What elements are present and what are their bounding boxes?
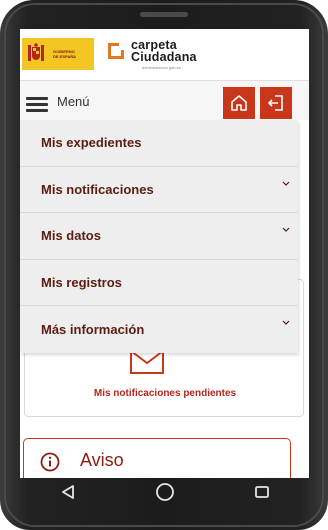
aviso-box[interactable]: Aviso [23, 438, 291, 478]
menu-item-registros[interactable]: Mis registros [20, 260, 298, 307]
menu-item-label: Mis datos [41, 228, 101, 244]
aviso-label: Aviso [80, 450, 124, 470]
logout-button[interactable] [260, 87, 292, 119]
menu-item-datos[interactable]: Mis datos [20, 213, 298, 260]
hamburger-icon[interactable] [26, 97, 48, 112]
menu-item-expedientes[interactable]: Mis expedientes [20, 120, 298, 167]
gobierno-line2: DE ESPAÑA [53, 54, 77, 59]
logout-icon [268, 95, 283, 111]
menu-item-label: Mis registros [41, 275, 122, 291]
menu-item-mas-informacion[interactable]: Más información [20, 306, 298, 353]
menu-item-label: Mis expedientes [41, 135, 142, 151]
site-header: GOBIERNO DE ESPAÑA carpeta Ciudadana adm… [20, 29, 309, 80]
chevron-down-icon[interactable] [282, 173, 290, 191]
envelope-icon [129, 350, 165, 379]
recents-square-icon[interactable] [254, 484, 270, 505]
carpeta-logo-icon [106, 41, 126, 66]
carpeta-ciudadana-logo[interactable]: carpeta Ciudadana administración.gob.es [106, 38, 216, 74]
home-circle-icon[interactable] [155, 482, 175, 507]
chevron-down-icon[interactable] [282, 312, 290, 330]
nav-bar: Menú [20, 80, 309, 120]
pending-notifications-link[interactable]: Mis notificaciones pendientes [25, 388, 305, 399]
info-icon [40, 452, 60, 477]
back-triangle-icon[interactable] [60, 484, 76, 505]
phone-frame: GOBIERNO DE ESPAÑA carpeta Ciudadana adm… [0, 0, 328, 530]
main-menu: Mis expedientes Mis notificaciones Mis d… [20, 120, 298, 353]
chevron-down-icon[interactable] [282, 219, 290, 237]
android-nav-bar [20, 478, 309, 510]
brand-line2: Ciudadana [131, 50, 197, 64]
phone-speaker [140, 12, 188, 17]
home-button[interactable] [223, 87, 255, 119]
menu-item-label: Mis notificaciones [41, 181, 154, 197]
screen: GOBIERNO DE ESPAÑA carpeta Ciudadana adm… [20, 29, 309, 478]
coat-of-arms-icon [27, 43, 45, 65]
home-icon [231, 95, 247, 111]
menu-item-notificaciones[interactable]: Mis notificaciones [20, 167, 298, 214]
menu-label[interactable]: Menú [57, 94, 90, 109]
brand-sub: administración.gob.es [142, 65, 181, 70]
gobierno-text: GOBIERNO DE ESPAÑA [53, 49, 76, 59]
gobierno-logo[interactable]: GOBIERNO DE ESPAÑA [22, 38, 94, 70]
menu-item-label: Más información [41, 322, 145, 338]
